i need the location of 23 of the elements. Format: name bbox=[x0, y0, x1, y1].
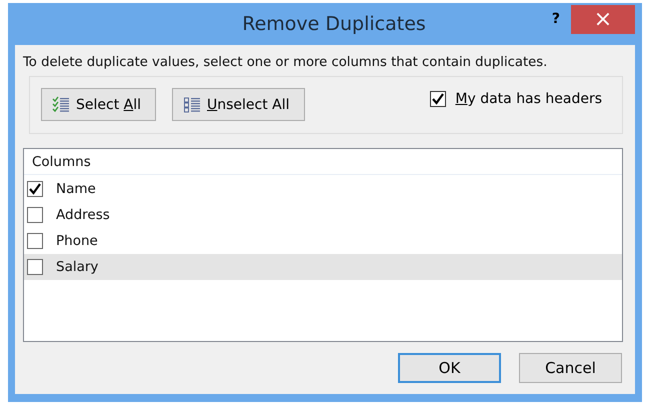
cancel-button[interactable]: Cancel bbox=[519, 353, 622, 383]
column-header: Columns bbox=[24, 149, 622, 175]
checkbox[interactable] bbox=[27, 207, 43, 223]
checkbox[interactable] bbox=[27, 259, 43, 275]
checkbox[interactable] bbox=[430, 91, 446, 107]
checklist-icon bbox=[52, 96, 70, 114]
column-item[interactable]: Address bbox=[24, 202, 622, 228]
instruction-text: To delete duplicate values, select one or more columns that contain duplicates. bbox=[23, 55, 548, 70]
select-all-button[interactable]: Select All bbox=[41, 88, 156, 121]
check-icon bbox=[28, 182, 42, 196]
unselect-all-button[interactable]: Unselect All bbox=[172, 88, 305, 121]
help-button[interactable]: ? bbox=[548, 9, 564, 29]
headers-checkbox[interactable]: My data has headers bbox=[430, 89, 602, 109]
check-icon bbox=[431, 92, 446, 106]
list-icon bbox=[183, 96, 201, 114]
checkbox[interactable] bbox=[27, 181, 43, 197]
column-item[interactable]: Name bbox=[24, 176, 622, 202]
close-button[interactable]: × bbox=[571, 5, 635, 34]
checkbox[interactable] bbox=[27, 233, 43, 249]
ok-button[interactable]: OK bbox=[398, 353, 501, 383]
column-item[interactable]: Salary bbox=[24, 254, 622, 280]
column-item[interactable]: Phone bbox=[24, 228, 622, 254]
window-title: Remove Duplicates bbox=[242, 13, 426, 35]
